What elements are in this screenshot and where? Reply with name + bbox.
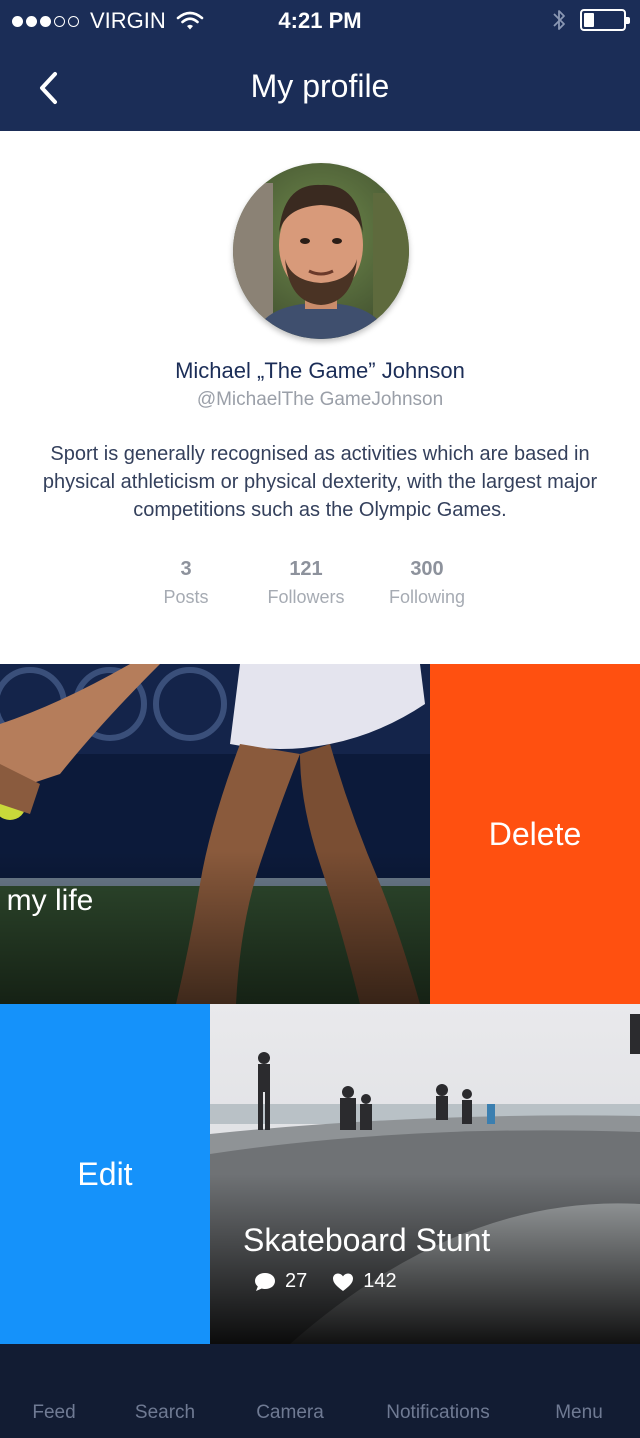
profile-name: Michael „The Game” Johnson [175,358,465,383]
bluetooth-icon [553,10,565,30]
edit-button[interactable]: Edit [0,1004,210,1344]
comments-value: 27 [285,1270,308,1292]
tab-menu[interactable]: Menu [555,1402,603,1424]
delete-button[interactable]: Delete [430,664,640,1004]
status-right [552,8,630,32]
page-title: My profile [250,68,390,104]
profile-handle: @MichaelThe GameJohnson [196,389,444,410]
tab-notifications[interactable]: Notifications [386,1402,490,1424]
post-skateboard-image[interactable] [210,1004,640,1344]
post-skateboard-title: Skateboard Stunt [243,1222,491,1258]
likes-value: 142 [363,1270,397,1292]
stat-following[interactable]: 300 Following [367,558,487,608]
tab-feed[interactable]: Feed [32,1402,75,1424]
status-time: 4:21 PM [278,8,362,33]
stat-following-value: 300 [410,558,444,580]
likes-count[interactable]: 142 [331,1270,397,1293]
heart-icon [333,1273,354,1291]
tab-search[interactable]: Search [135,1402,195,1424]
stat-posts-value: 3 [180,558,192,580]
comment-icon [255,1272,275,1291]
post-skateboard-meta: 27 142 [253,1270,421,1293]
stat-followers-label: Followers [267,587,345,607]
stat-posts[interactable]: 3 Posts [126,558,246,608]
stat-followers-value: 121 [289,558,323,580]
edit-label: Edit [77,1155,133,1192]
tab-camera[interactable]: Camera [256,1402,324,1424]
comments-count[interactable]: 27 [253,1270,307,1293]
stat-following-label: Following [388,587,466,607]
status-bar: VIRGIN 4:21 PM [0,0,640,40]
post-tennis-image[interactable] [0,664,430,1004]
delete-label: Delete [488,815,582,852]
post-tennis-caption: f my life [0,884,94,917]
avatar[interactable] [233,163,409,339]
stat-posts-label: Posts [163,587,209,607]
battery-icon [580,9,630,31]
top-bar: VIRGIN 4:21 PM My profile [0,0,640,131]
profile-bio: Sport is generally recognised as activit… [42,443,598,521]
stat-followers[interactable]: 121 Followers [246,558,366,608]
